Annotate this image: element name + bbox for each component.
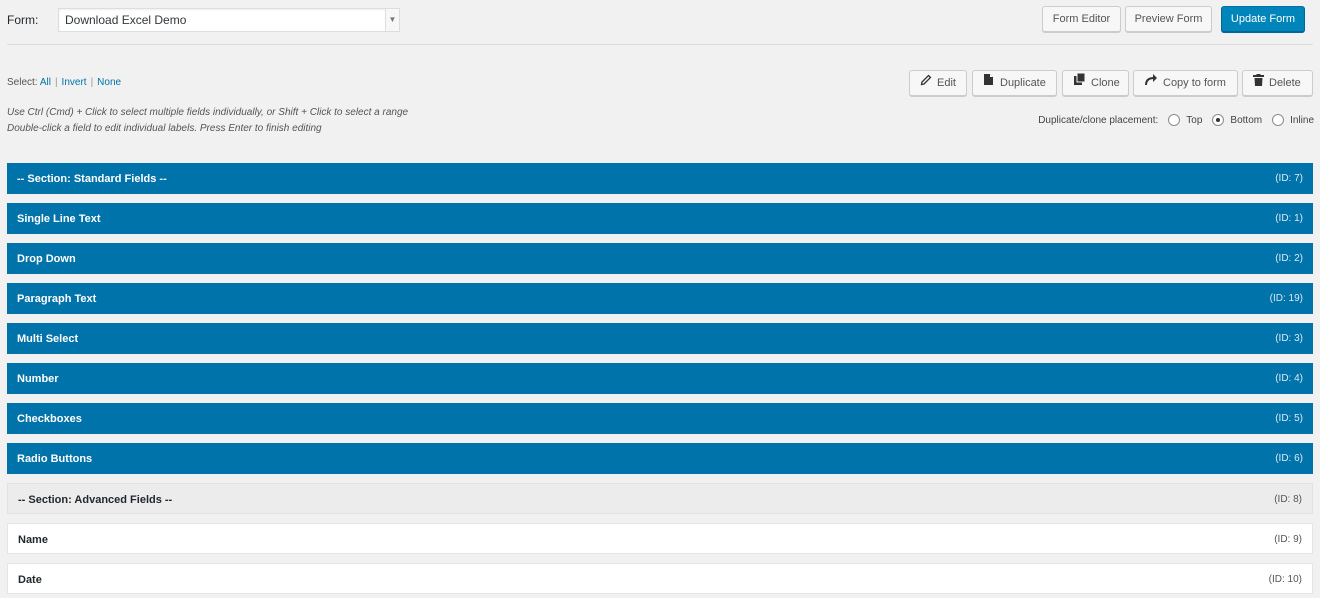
divider: | — [90, 77, 94, 88]
field-label: Single Line Text — [17, 213, 101, 225]
select-links: Select: All | Invert | None — [7, 77, 121, 88]
field-label: Date — [18, 574, 42, 586]
placement-bottom-radio[interactable] — [1212, 114, 1225, 126]
field-id: (ID: 2) — [1275, 253, 1303, 264]
field-row[interactable]: Name (ID: 9) — [7, 523, 1313, 554]
pencil-icon — [920, 71, 932, 95]
field-row[interactable]: Paragraph Text (ID: 19) — [7, 283, 1313, 314]
select-all-link[interactable]: All — [40, 77, 51, 88]
delete-button[interactable]: Delete — [1242, 70, 1313, 96]
field-id: (ID: 9) — [1274, 534, 1302, 545]
field-row[interactable]: Multi Select (ID: 3) — [7, 323, 1313, 354]
field-id: (ID: 1) — [1275, 213, 1303, 224]
form-label: Form: — [7, 13, 39, 27]
placement-label: Duplicate/clone placement: — [1038, 114, 1159, 126]
select-invert-link[interactable]: Invert — [62, 77, 87, 88]
edit-label: Edit — [937, 77, 956, 90]
trash-icon — [1253, 71, 1264, 95]
placement-top-label: Top — [1186, 114, 1203, 126]
field-id: (ID: 8) — [1274, 494, 1302, 505]
field-row[interactable]: -- Section: Standard Fields -- (ID: 7) — [7, 163, 1313, 194]
delete-label: Delete — [1269, 77, 1301, 90]
duplicate-icon — [983, 71, 995, 95]
field-label: Multi Select — [17, 333, 79, 345]
form-select-value: Download Excel Demo — [65, 13, 187, 27]
field-row[interactable]: Single Line Text (ID: 1) — [7, 203, 1313, 234]
clone-label: Clone — [1091, 77, 1120, 90]
field-label: Paragraph Text — [17, 293, 97, 305]
field-id: (ID: 19) — [1269, 293, 1303, 304]
field-row[interactable]: Number (ID: 4) — [7, 363, 1313, 394]
duplicate-label: Duplicate — [1000, 77, 1046, 90]
placement-inline-radio[interactable] — [1272, 114, 1285, 126]
hint-edit-labels: Double-click a field to edit individual … — [7, 123, 322, 134]
copy-to-form-label: Copy to form — [1163, 77, 1226, 90]
form-bar: Form: Download Excel Demo ▼ Form Editor … — [7, 0, 1313, 45]
field-label: Name — [18, 534, 48, 546]
copy-to-form-button[interactable]: Copy to form — [1133, 70, 1238, 96]
field-label: Number — [17, 373, 59, 385]
field-label: Radio Buttons — [17, 453, 93, 465]
placement-options: Duplicate/clone placement: Top Bottom In… — [1038, 114, 1314, 126]
field-row[interactable]: -- Section: Advanced Fields -- (ID: 8) — [7, 483, 1313, 514]
field-row[interactable]: Drop Down (ID: 2) — [7, 243, 1313, 274]
field-id: (ID: 6) — [1275, 453, 1303, 464]
field-label: -- Section: Standard Fields -- — [17, 173, 167, 185]
field-row[interactable]: Date (ID: 10) — [7, 563, 1313, 594]
update-form-button[interactable]: Update Form — [1221, 6, 1305, 32]
select-prefix: Select: — [7, 77, 38, 88]
divider: | — [54, 77, 58, 88]
placement-top-radio[interactable] — [1168, 114, 1181, 126]
edit-button[interactable]: Edit — [909, 70, 967, 96]
placement-bottom-label: Bottom — [1230, 114, 1263, 126]
field-label: Checkboxes — [17, 413, 82, 425]
field-id: (ID: 5) — [1275, 413, 1303, 424]
chevron-down-icon: ▼ — [385, 9, 399, 31]
clone-button[interactable]: Clone — [1062, 70, 1129, 96]
field-row[interactable]: Checkboxes (ID: 5) — [7, 403, 1313, 434]
redo-arrow-icon — [1144, 71, 1158, 95]
field-row[interactable]: Radio Buttons (ID: 6) — [7, 443, 1313, 474]
field-id: (ID: 10) — [1268, 574, 1302, 585]
select-none-link[interactable]: None — [97, 77, 121, 88]
field-id: (ID: 3) — [1275, 333, 1303, 344]
placement-inline-label: Inline — [1290, 114, 1314, 126]
preview-form-button[interactable]: Preview Form — [1125, 6, 1212, 32]
field-label: Drop Down — [17, 253, 76, 265]
field-label: -- Section: Advanced Fields -- — [18, 494, 173, 506]
field-id: (ID: 4) — [1275, 373, 1303, 384]
form-editor-button[interactable]: Form Editor — [1042, 6, 1121, 32]
hint-multi-select: Use Ctrl (Cmd) + Click to select multipl… — [7, 107, 409, 118]
clone-icon — [1073, 71, 1086, 95]
field-id: (ID: 7) — [1275, 173, 1303, 184]
duplicate-button[interactable]: Duplicate — [972, 70, 1057, 96]
form-select[interactable]: Download Excel Demo ▼ — [58, 8, 400, 32]
